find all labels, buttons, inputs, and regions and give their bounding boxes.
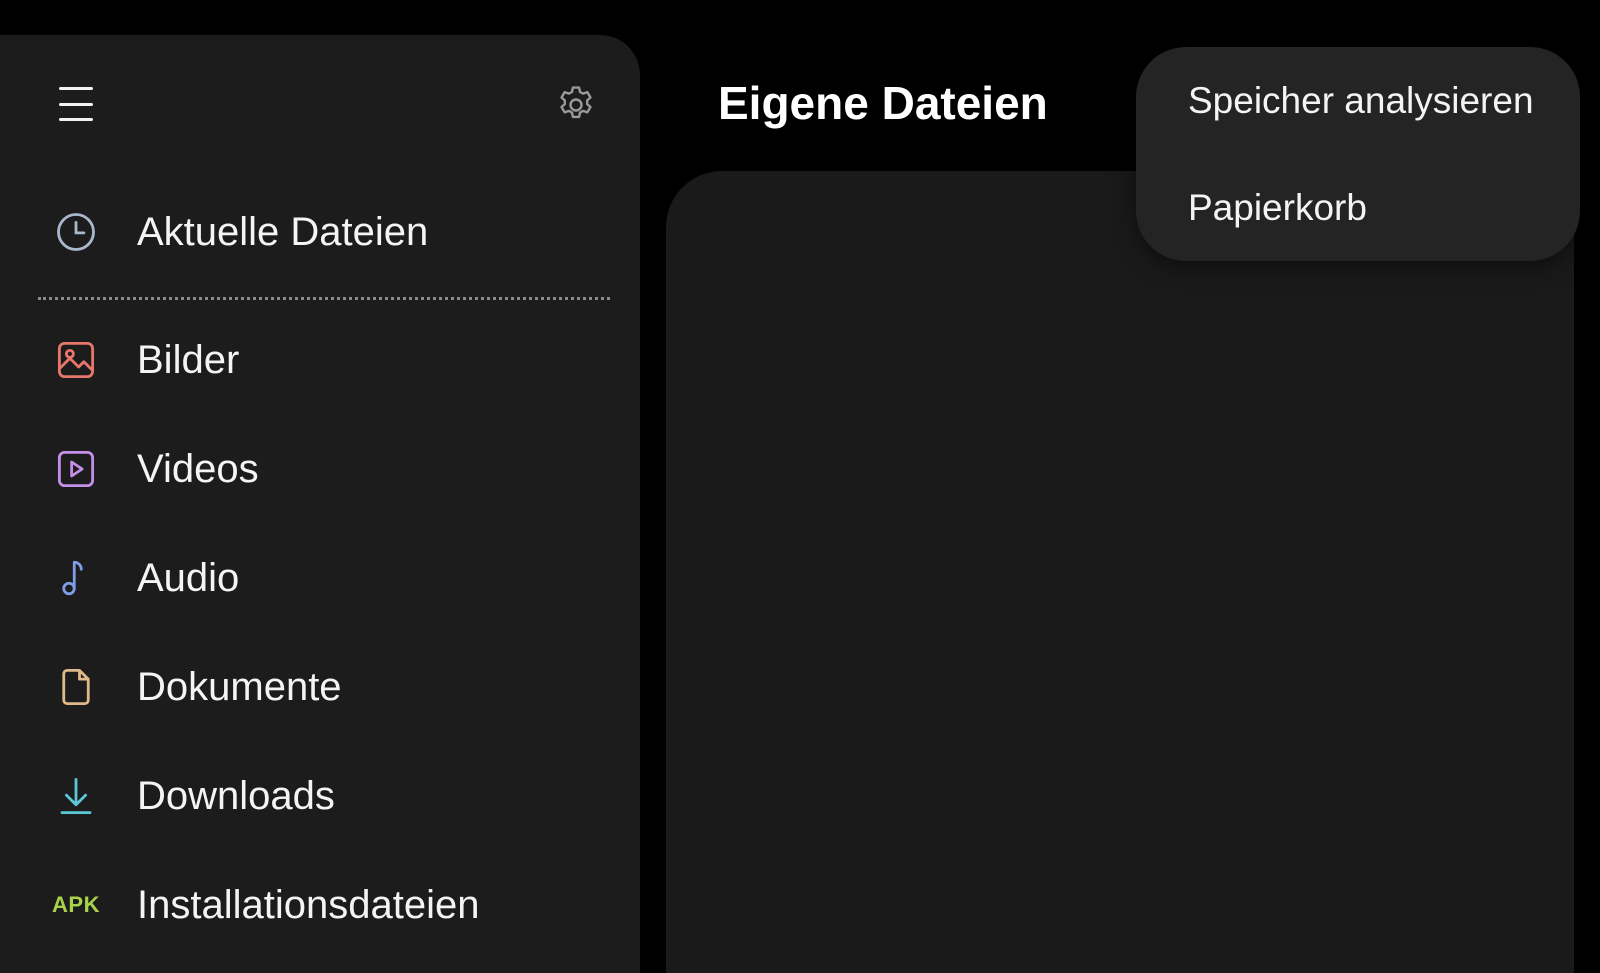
document-icon [54, 665, 98, 709]
menu-item-analyze-storage[interactable]: Speicher analysieren [1188, 80, 1534, 122]
nav-item-label: Downloads [137, 773, 335, 818]
page-title: Eigene Dateien [718, 77, 1048, 129]
overflow-menu-popup: Speicher analysieren Papierkorb [1136, 47, 1580, 261]
menu-line [59, 87, 93, 90]
gear-icon [560, 86, 592, 119]
nav-item-documents[interactable]: Dokumente [0, 642, 640, 732]
video-icon [54, 447, 98, 491]
music-note-icon [54, 556, 98, 600]
nav-item-label: Installationsdateien [137, 882, 480, 927]
settings-button[interactable] [554, 83, 598, 127]
image-icon [54, 338, 98, 382]
nav-item-downloads[interactable]: Downloads [0, 751, 640, 841]
hamburger-menu-button[interactable] [56, 84, 96, 124]
nav-item-label: Audio [137, 555, 240, 600]
apk-icon: APK [52, 892, 100, 917]
nav-item-recent-files[interactable]: Aktuelle Dateien [0, 187, 640, 277]
download-icon [54, 774, 98, 818]
menu-item-trash[interactable]: Papierkorb [1188, 187, 1367, 229]
menu-line [59, 118, 93, 121]
nav-item-label: Bilder [137, 337, 240, 382]
nav-item-videos[interactable]: Videos [0, 424, 640, 514]
menu-line [59, 102, 93, 106]
app-root: Eigene Dateien Aktuelle Dateien Bilder V… [0, 0, 1600, 973]
nav-item-audio[interactable]: Audio [0, 533, 640, 623]
navigation-drawer: Aktuelle Dateien Bilder Videos Audio Dok… [0, 35, 640, 973]
nav-item-label: Aktuelle Dateien [137, 209, 429, 254]
nav-item-label: Videos [137, 446, 259, 491]
clock-icon [54, 210, 98, 254]
nav-item-label: Dokumente [137, 664, 342, 709]
content-card [666, 171, 1574, 973]
section-divider [38, 297, 610, 300]
nav-item-installation-files[interactable]: APK Installationsdateien [0, 860, 640, 950]
nav-item-images[interactable]: Bilder [0, 315, 640, 405]
